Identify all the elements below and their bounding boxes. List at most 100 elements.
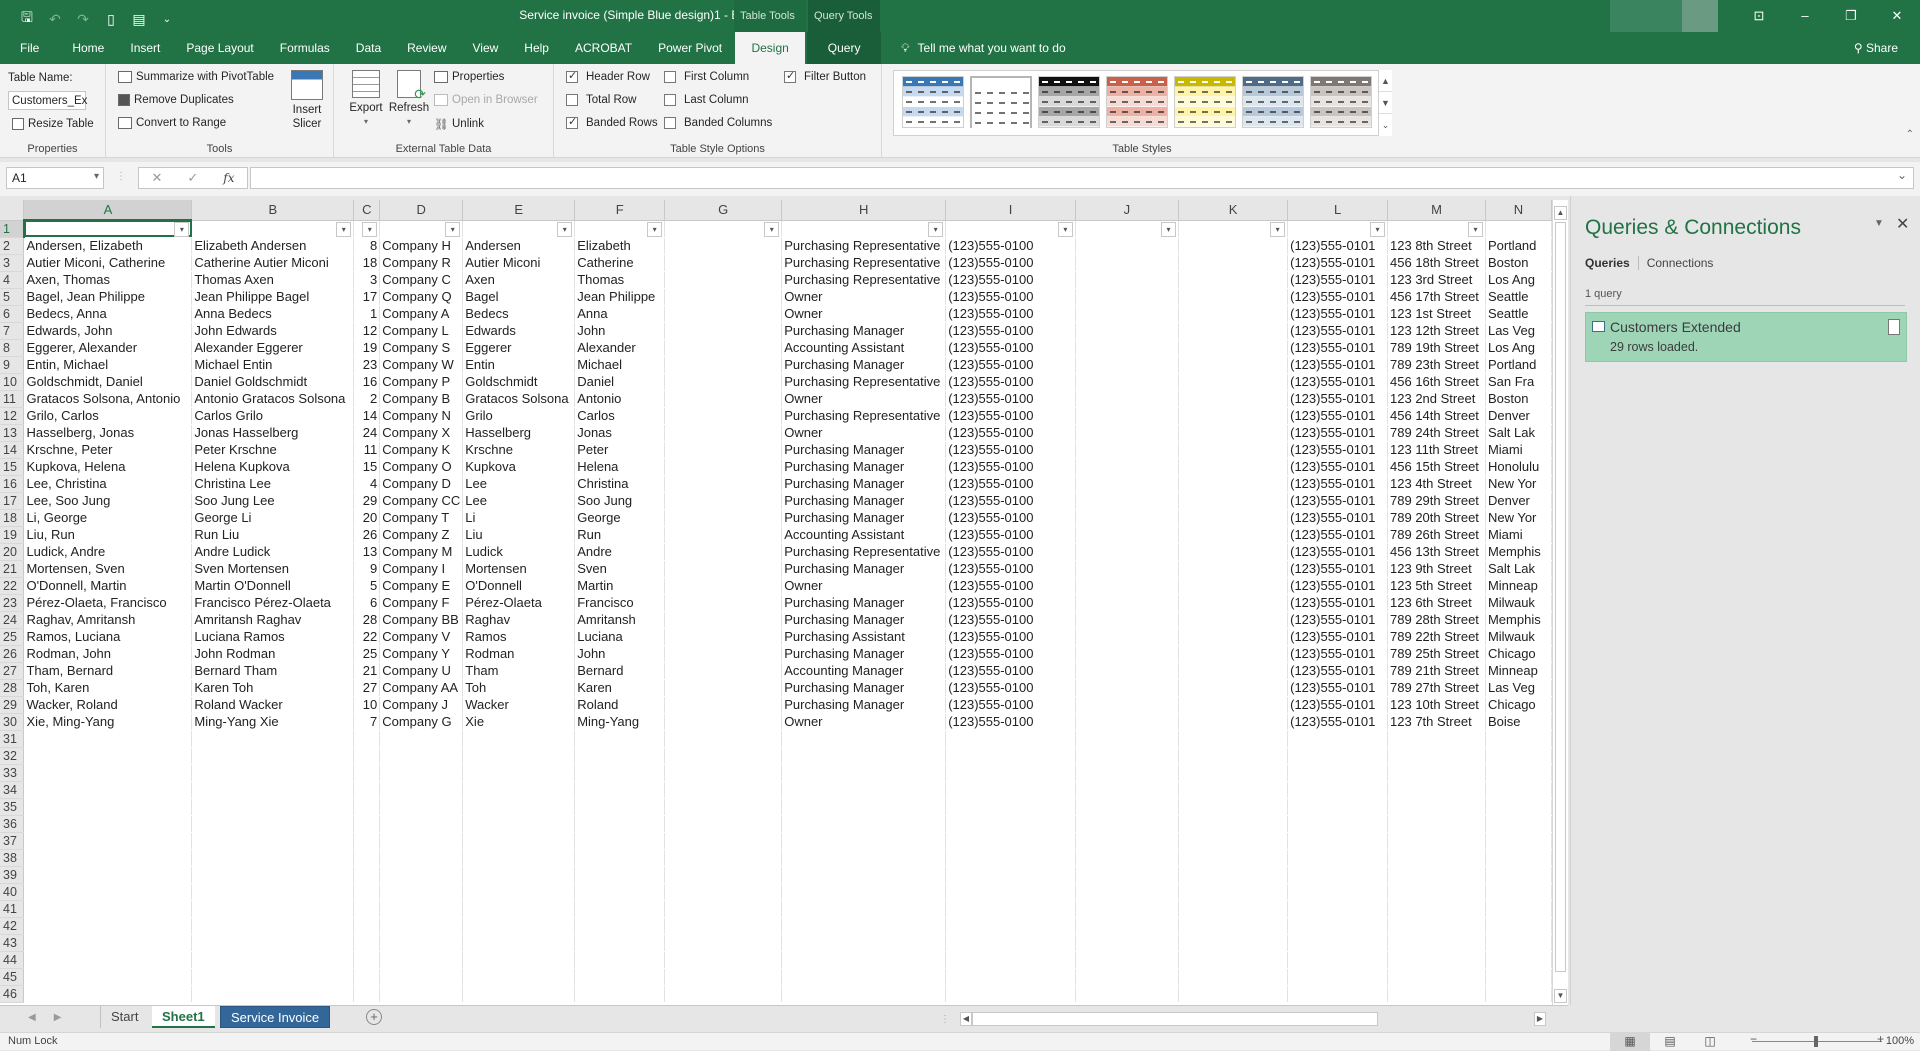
cell[interactable] [1075, 390, 1179, 408]
cell[interactable] [1178, 679, 1289, 697]
cell[interactable] [1075, 509, 1179, 527]
cell[interactable]: Sven [574, 560, 666, 578]
cell[interactable]: Owner [781, 577, 947, 595]
cell[interactable] [781, 832, 947, 850]
cell[interactable] [353, 968, 381, 986]
cell[interactable] [1178, 577, 1289, 595]
cell[interactable]: Xie, Ming-Yang [23, 713, 193, 731]
cell[interactable] [781, 985, 947, 1003]
cell[interactable] [664, 679, 783, 697]
cell[interactable]: 789 20th Street [1387, 509, 1486, 527]
cell[interactable] [379, 730, 464, 748]
cell[interactable]: (123)555-0101 [1287, 560, 1389, 578]
cell[interactable]: Purchasing Representative [781, 254, 947, 272]
cell[interactable]: Portland [1485, 237, 1552, 255]
cell[interactable]: 26 [353, 526, 381, 544]
cell[interactable]: Alexander Eggerer [191, 339, 355, 357]
cell[interactable]: 10 [353, 696, 381, 714]
cell[interactable] [664, 271, 783, 289]
cell[interactable]: 6 [353, 594, 381, 612]
row-header[interactable]: 23 [0, 594, 25, 612]
cell[interactable]: Anna Bedecs [191, 305, 355, 323]
cell[interactable] [1075, 713, 1179, 731]
cell[interactable] [23, 866, 193, 884]
cell[interactable] [1387, 832, 1486, 850]
cell[interactable]: Jean Philippe Bagel [191, 288, 355, 306]
cell[interactable]: 123 6th Street [1387, 594, 1486, 612]
cell[interactable] [1387, 968, 1486, 986]
cell[interactable] [574, 747, 666, 765]
cell[interactable]: Company I [379, 560, 464, 578]
cell[interactable]: Company L [379, 322, 464, 340]
cell[interactable] [1287, 798, 1389, 816]
cell[interactable]: 7 [353, 713, 381, 731]
row-header[interactable]: 27 [0, 662, 25, 680]
resize-table-button[interactable]: Resize Table [12, 118, 94, 130]
row-header[interactable]: 14 [0, 441, 25, 459]
last-column-checkbox[interactable]: Last Column [664, 94, 749, 106]
convert-to-range-button[interactable]: Convert to Range [118, 117, 226, 129]
cell[interactable]: (123)555-0100 [945, 662, 1076, 680]
cell[interactable]: Raghav, Amritansh [23, 611, 193, 629]
cell[interactable] [1075, 577, 1179, 595]
cell[interactable] [1075, 237, 1179, 255]
table-style-swatch-gold[interactable] [1174, 76, 1236, 128]
cell[interactable]: John Rodman [191, 645, 355, 663]
cell[interactable]: Lee, Christina [23, 475, 193, 493]
cell[interactable]: 123 9th Street [1387, 560, 1486, 578]
cell[interactable]: 123 5th Street [1387, 577, 1486, 595]
cell[interactable]: Honolulu [1485, 458, 1552, 476]
cell[interactable] [1287, 883, 1389, 901]
cell[interactable]: Gratacos Solsona [462, 390, 576, 408]
cell[interactable]: John [574, 645, 666, 663]
cell[interactable]: (123)555-0100 [945, 339, 1076, 357]
cell[interactable]: (123)555-0101 [1287, 543, 1389, 561]
horizontal-scroll-thumb[interactable] [972, 1012, 1378, 1026]
cell[interactable]: Minneap [1485, 577, 1552, 595]
cell[interactable]: 123 8th Street [1387, 237, 1486, 255]
cell[interactable] [664, 900, 783, 918]
cell[interactable] [574, 730, 666, 748]
tab-file[interactable]: File [0, 32, 59, 64]
cell[interactable] [1178, 832, 1289, 850]
cell[interactable] [781, 781, 947, 799]
cell[interactable]: 15 [353, 458, 381, 476]
cell[interactable]: John Edwards [191, 322, 355, 340]
scroll-down-icon[interactable]: ▼ [1554, 989, 1567, 1003]
cell[interactable]: Axen [462, 271, 576, 289]
row-header[interactable]: 35 [0, 798, 25, 816]
cell[interactable]: Edwards, John [23, 322, 193, 340]
cell[interactable]: George Li [191, 509, 355, 527]
cell[interactable]: Company K [379, 441, 464, 459]
cell[interactable]: Denver [1485, 492, 1552, 510]
cell[interactable] [1075, 849, 1179, 867]
document-icon[interactable] [1888, 319, 1900, 335]
cell[interactable]: Bagel [462, 288, 576, 306]
cell[interactable] [781, 815, 947, 833]
cell[interactable]: Purchasing Manager [781, 492, 947, 510]
cell[interactable]: Antonio Gratacos Solsona [191, 390, 355, 408]
cell[interactable] [1287, 747, 1389, 765]
cell[interactable] [1075, 526, 1179, 544]
cell[interactable] [574, 849, 666, 867]
cell[interactable]: Peter [574, 441, 666, 459]
column-header[interactable]: N [1485, 200, 1552, 221]
cell[interactable]: 19 [353, 339, 381, 357]
row-header[interactable]: 13 [0, 424, 25, 442]
row-header[interactable]: 24 [0, 611, 25, 629]
cell[interactable] [353, 798, 381, 816]
cell[interactable] [945, 849, 1076, 867]
cell[interactable]: Los Ang [1485, 339, 1552, 357]
cell[interactable] [664, 815, 783, 833]
cell[interactable] [353, 951, 381, 969]
cell[interactable] [191, 883, 355, 901]
cell[interactable] [781, 900, 947, 918]
cell[interactable] [664, 577, 783, 595]
cell[interactable]: Thomas [574, 271, 666, 289]
cell[interactable]: Pérez-Olaeta, Francisco [23, 594, 193, 612]
summarize-pivottable-button[interactable]: Summarize with PivotTable [118, 71, 274, 83]
gallery-up-icon[interactable]: ▲ [1379, 70, 1392, 92]
cell[interactable] [1178, 883, 1289, 901]
cell[interactable]: Purchasing Representative [781, 373, 947, 391]
cell[interactable]: 123 7th Street [1387, 713, 1486, 731]
